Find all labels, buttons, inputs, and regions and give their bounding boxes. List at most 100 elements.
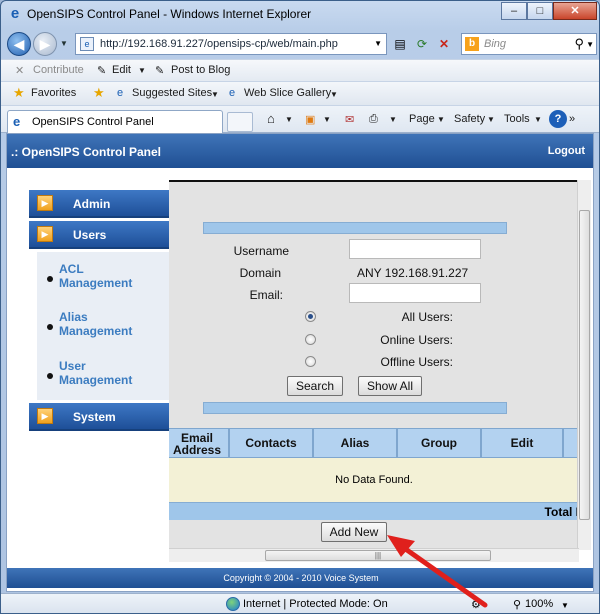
minimize-button[interactable]: – [501,2,527,20]
users-submenu: ACL Management Alias Management User Manage… [37,252,171,400]
search-box[interactable]: b Bing ⚲ ▼ [461,33,597,55]
tab-bar: e OpenSIPS Control Panel ⌂ ▼ ▣ ▼ ✉ ⎙ ▼ P… [1,105,599,134]
home-icon[interactable]: ⌂ [267,111,275,126]
bullet-icon [47,324,53,330]
edit-button[interactable]: Edit [112,64,131,76]
feeds-dropdown-icon[interactable]: ▼ [323,115,331,124]
status-bar: Internet | Protected Mode: On ⚙ ⚲ 100% ▼ [1,593,599,613]
more-tools-icon[interactable]: » [569,113,575,125]
users-table-header: Email Address Contacts Alias Group Edit [169,428,579,458]
stop-icon[interactable]: ✕ [435,35,453,53]
sidebar-item-alias-management[interactable]: Alias Management [59,310,132,338]
internet-zone-icon [226,597,240,611]
sidebar-item-label: Users [73,228,107,242]
vertical-scroll-thumb[interactable] [579,210,590,520]
back-button[interactable]: ◀ [7,32,31,56]
bullet-icon [47,373,53,379]
compatibility-view-icon[interactable]: ▤ [391,35,409,53]
total-bar: Total I [169,502,579,520]
forward-button[interactable]: ▶ [33,32,57,56]
search-icon[interactable]: ⚲ [574,36,584,52]
sidebar-item-label: Admin [73,197,111,211]
feeds-icon[interactable]: ▣ [305,113,315,126]
suggested-sites-link[interactable]: Suggested Sites [132,87,212,99]
zoom-level[interactable]: 100% [525,598,553,610]
sidebar-item-user-management[interactable]: User Management [59,359,132,387]
post-to-blog-button[interactable]: Post to Blog [171,64,230,76]
horizontal-scroll-thumb[interactable]: ||| [265,550,491,561]
sidebar: ▶ Admin ▶ Users ACL Management Alias Manag… [29,190,171,434]
sidebar-item-users[interactable]: ▶ Users [29,221,171,249]
mail-icon[interactable]: ✉ [345,113,354,126]
web-slice-dropdown-icon[interactable]: ▼ [330,90,338,99]
contribute-button[interactable]: Contribute [33,64,84,76]
add-new-button[interactable]: Add New [321,522,387,542]
page-menu[interactable]: Page [409,113,435,125]
arrow-right-icon: ▶ [37,226,53,242]
vertical-scrollbar[interactable] [577,180,591,550]
favorites-button[interactable]: Favorites [31,87,76,99]
radio-online-users[interactable] [305,334,316,345]
bullet-icon [47,276,53,282]
username-label: Username [233,244,289,258]
email-input[interactable] [349,283,481,303]
title-bar: e OpenSIPS Control Panel - Windows Inter… [1,1,599,27]
search-button[interactable]: Search [287,376,343,396]
favorites-bar: ★ Favorites ★ e Suggested Sites ▼ e Web … [1,81,599,105]
sidebar-item-label: System [73,410,116,424]
username-input[interactable] [349,239,481,259]
sidebar-item-system[interactable]: ▶ System [29,403,171,431]
close-button[interactable]: ✕ [553,2,597,20]
top-divider [169,180,579,182]
new-tab-button[interactable] [227,112,253,132]
search-dropdown-icon[interactable]: ▼ [586,40,594,49]
column-contacts: Contacts [229,428,313,458]
page-dropdown-icon[interactable]: ▼ [437,115,445,124]
security-zone-text[interactable]: Internet | Protected Mode: On [243,598,388,610]
address-dropdown-icon[interactable]: ▼ [374,39,382,48]
safety-menu[interactable]: Safety [454,113,485,125]
protected-mode-icon[interactable]: ⚙ [471,598,481,611]
show-all-button[interactable]: Show All [358,376,422,396]
web-slice-gallery-link[interactable]: Web Slice Gallery [244,87,331,99]
address-bar[interactable]: e http://192.168.91.227/opensips-cp/web/… [75,33,387,55]
refresh-icon[interactable]: ⟳ [413,35,431,53]
edit-dropdown-icon[interactable]: ▼ [138,66,146,75]
radio-offline-users[interactable] [305,356,316,367]
domain-label: Domain [239,266,281,280]
print-icon[interactable]: ⎙ [369,113,378,126]
tab-title: OpenSIPS Control Panel [32,116,154,128]
tab-ie-icon: e [13,114,21,129]
window-title: OpenSIPS Control Panel - Windows Interne… [27,7,312,21]
address-url: http://192.168.91.227/opensips-cp/web/ma… [100,38,338,50]
column-edit: Edit [481,428,563,458]
add-favorites-icon[interactable]: ★ [93,85,105,101]
page-icon: e [80,37,94,51]
help-icon[interactable]: ? [549,110,567,128]
radio-all-users[interactable] [305,311,316,322]
horizontal-scrollbar[interactable]: ||| [169,548,579,562]
tools-dropdown-icon[interactable]: ▼ [534,115,542,124]
site-footer: Copyright © 2004 - 2010 Voice System [7,568,593,588]
no-data-row: No Data Found. [169,458,579,502]
ie-logo-icon: e [10,5,20,22]
zoom-dropdown-icon[interactable]: ▼ [561,601,569,610]
logout-link[interactable]: Logout [548,145,585,157]
safety-dropdown-icon[interactable]: ▼ [487,115,495,124]
contribute-icon: ✕ [15,65,25,77]
suggested-sites-dropdown-icon[interactable]: ▼ [211,90,219,99]
sidebar-item-admin[interactable]: ▶ Admin [29,190,171,218]
radio-all-users-label: All Users: [401,310,453,324]
main-content: Username Domain ANY 192.168.91.227 Email… [169,180,579,554]
page-viewport: .: OpenSIPS Control Panel Logout ▶ Admin… [6,133,594,592]
home-dropdown-icon[interactable]: ▼ [285,115,293,124]
print-dropdown-icon[interactable]: ▼ [389,115,397,124]
form-bottom-bar [203,402,507,414]
zoom-icon[interactable]: ⚲ [513,598,521,611]
tools-menu[interactable]: Tools [504,113,530,125]
sidebar-item-acl-management[interactable]: ACL Management [59,262,132,290]
tab-opensips[interactable]: e OpenSIPS Control Panel [7,110,223,134]
history-dropdown-icon[interactable]: ▼ [60,39,68,48]
maximize-button[interactable]: □ [527,2,553,20]
bing-logo-icon: b [465,37,479,51]
